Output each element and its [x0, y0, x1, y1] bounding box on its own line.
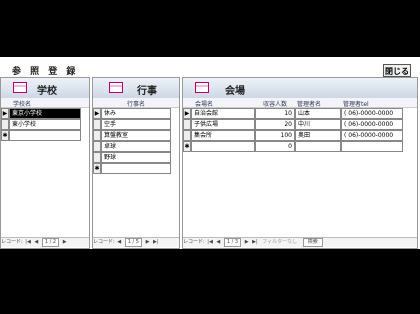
schools-title: 学校 — [37, 86, 57, 97]
form-icon — [13, 82, 27, 93]
event-name-cell[interactable]: 空手 — [101, 119, 171, 130]
record-navigator: レコード: |◀ ◀ 1 / 3 ▶ ▶| フィルターなし 検索 — [183, 237, 417, 247]
table-row[interactable]: 空手 — [93, 119, 173, 130]
prev-record-icon[interactable]: ◀ — [216, 238, 220, 247]
row-selector[interactable] — [93, 130, 101, 141]
record-pointer-icon[interactable]: ▶ — [183, 108, 191, 119]
phone-column-header: 管理者tel — [343, 101, 369, 108]
record-pointer-icon[interactable]: ▶ — [1, 108, 9, 119]
venue-name-cell[interactable]: 集会所 — [191, 130, 255, 141]
capacity-cell[interactable]: 20 — [255, 119, 295, 130]
table-row[interactable]: ✱ 0 — [183, 141, 403, 152]
capacity-cell[interactable]: 10 — [255, 108, 295, 119]
venues-title: 会場 — [225, 86, 245, 97]
app-window: 参 照 登 録 閉じる 学校 学校名 ▶ 東京小学校 東小学校 ✱ レコード: … — [0, 57, 420, 249]
page-title: 参 照 登 録 — [12, 67, 79, 77]
search-input[interactable]: 検索 — [302, 238, 323, 247]
row-selector[interactable] — [93, 152, 101, 163]
new-record-icon[interactable]: ✱ — [1, 130, 9, 141]
schools-panel: 学校 学校名 ▶ 東京小学校 東小学校 ✱ レコード: |◀ ◀ 1 / 2 ▶ — [0, 77, 90, 249]
table-row[interactable]: ▶ 自治会館 10 山本 ( 06)-0000-0000 — [183, 108, 403, 119]
venue-name-cell[interactable]: 子供広場 — [191, 119, 255, 130]
event-name-cell[interactable]: 野球 — [101, 152, 171, 163]
events-panel-header: 行事 — [93, 78, 179, 99]
record-pointer-icon[interactable]: ▶ — [93, 108, 101, 119]
venue-name-column-header: 会場名 — [195, 101, 214, 108]
record-navigator: レコード: |◀ ◀ 1 / 2 ▶ — [1, 237, 89, 247]
next-record-icon[interactable]: ▶ — [245, 238, 249, 247]
events-title: 行事 — [137, 86, 157, 97]
school-name-cell[interactable]: 東小学校 — [9, 119, 81, 130]
new-record-icon[interactable]: ✱ — [93, 163, 101, 174]
close-button[interactable]: 閉じる — [383, 64, 411, 77]
phone-cell[interactable]: ( 06)-0000-0000 — [341, 119, 403, 130]
school-name-column-header: 学校名 — [13, 101, 32, 108]
table-row[interactable]: ▶ 東京小学校 — [1, 108, 81, 119]
table-row[interactable]: 卓球 — [93, 141, 173, 152]
manager-cell[interactable] — [295, 141, 341, 152]
first-record-icon[interactable]: |◀ — [25, 238, 31, 247]
next-record-icon[interactable]: ▶ — [63, 238, 67, 247]
event-name-cell[interactable]: 算盤教室 — [101, 130, 171, 141]
manager-cell[interactable]: 山本 — [295, 108, 341, 119]
venues-panel: 会場 会場名 収容人数 管理者名 管理者tel ▶ 自治会館 10 山本 ( 0… — [182, 77, 418, 249]
row-selector[interactable] — [1, 119, 9, 130]
record-position[interactable]: 1 / 3 — [223, 238, 242, 247]
table-row[interactable]: 野球 — [93, 152, 173, 163]
table-row[interactable]: 子供広場 20 中川 ( 06)-0000-0000 — [183, 119, 403, 130]
new-record-icon[interactable]: ✱ — [183, 141, 191, 152]
row-selector[interactable] — [183, 130, 191, 141]
first-record-icon[interactable]: |◀ — [207, 238, 213, 247]
form-header: 参 照 登 録 閉じる — [0, 57, 420, 77]
last-record-icon[interactable]: ▶| — [252, 238, 258, 247]
capacity-column-header: 収容人数 — [263, 101, 288, 108]
venues-panel-header: 会場 — [183, 78, 417, 99]
record-position[interactable]: 1 / 5 — [124, 238, 142, 247]
table-row[interactable]: ▶ 休み — [93, 108, 173, 119]
capacity-cell[interactable]: 0 — [255, 141, 295, 152]
prev-record-icon[interactable]: ◀ — [117, 238, 121, 247]
next-record-icon[interactable]: ▶ — [146, 238, 150, 247]
row-selector[interactable] — [93, 119, 101, 130]
phone-cell[interactable]: ( 06)-0000-0000 — [341, 130, 403, 141]
events-panel: 行事 行事名 ▶ 休み 空手 算盤教室 卓球 野球 ✱ レコード: ◀ 1 / … — [92, 77, 180, 249]
schools-panel-header: 学校 — [1, 78, 89, 99]
event-name-cell[interactable] — [101, 163, 171, 174]
phone-cell[interactable] — [341, 141, 403, 152]
table-row[interactable]: 算盤教室 — [93, 130, 173, 141]
manager-cell[interactable]: 奥田 — [295, 130, 341, 141]
event-name-cell[interactable]: 休み — [101, 108, 171, 119]
record-navigator: レコード: ◀ 1 / 5 ▶ ▶| — [93, 237, 179, 247]
form-icon — [109, 82, 123, 93]
school-name-cell[interactable]: 東京小学校 — [9, 108, 81, 119]
event-name-cell[interactable]: 卓球 — [101, 141, 171, 152]
filter-indicator[interactable]: フィルターなし — [262, 238, 297, 247]
prev-record-icon[interactable]: ◀ — [34, 238, 38, 247]
capacity-cell[interactable]: 100 — [255, 130, 295, 141]
record-position[interactable]: 1 / 2 — [41, 238, 60, 247]
venue-name-cell[interactable] — [191, 141, 255, 152]
manager-column-header: 管理者名 — [297, 101, 322, 108]
row-selector[interactable] — [183, 119, 191, 130]
event-name-column-header: 行事名 — [127, 101, 146, 108]
phone-cell[interactable]: ( 06)-0000-0000 — [341, 108, 403, 119]
record-label: レコード: — [183, 239, 205, 245]
school-name-cell[interactable] — [9, 130, 81, 141]
table-row[interactable]: ✱ — [1, 130, 81, 141]
table-row[interactable]: ✱ — [93, 163, 173, 174]
record-label: レコード: — [1, 239, 23, 245]
row-selector[interactable] — [93, 141, 101, 152]
record-label: レコード: — [93, 239, 115, 245]
table-row[interactable]: 東小学校 — [1, 119, 81, 130]
venue-name-cell[interactable]: 自治会館 — [191, 108, 255, 119]
manager-cell[interactable]: 中川 — [295, 119, 341, 130]
table-row[interactable]: 集会所 100 奥田 ( 06)-0000-0000 — [183, 130, 403, 141]
form-icon — [195, 82, 209, 93]
last-record-icon[interactable]: ▶| — [153, 238, 159, 247]
